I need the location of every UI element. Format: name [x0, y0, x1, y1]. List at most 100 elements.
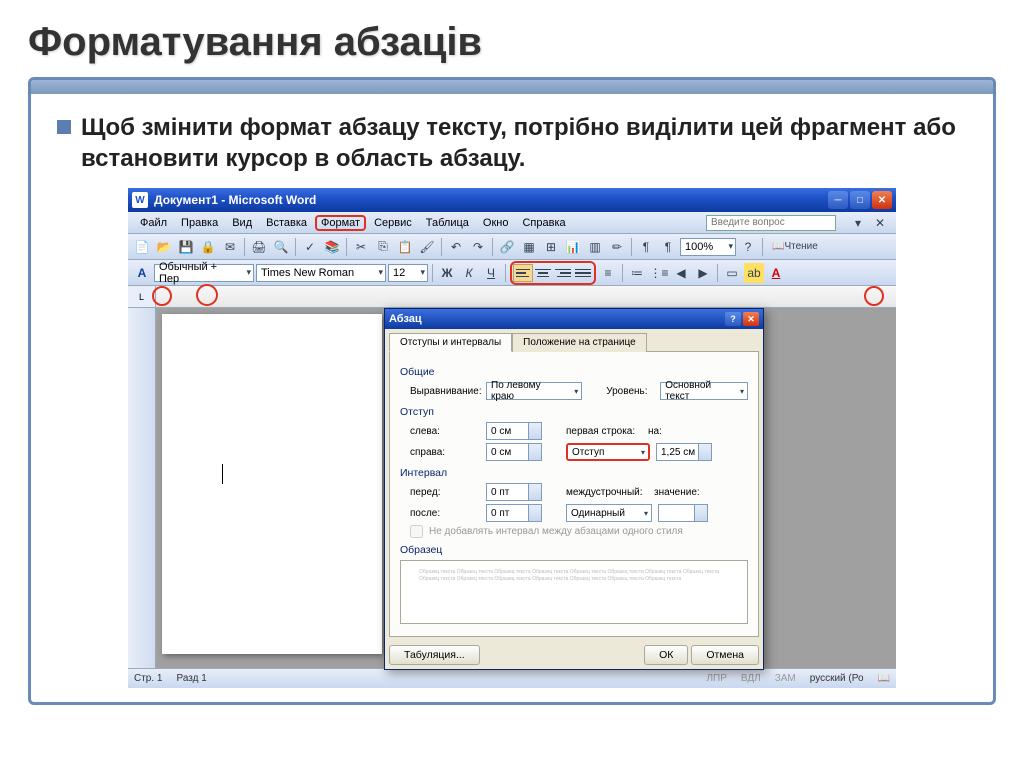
save-icon[interactable]: 💾: [176, 237, 196, 257]
dialog-close-button[interactable]: ✕: [743, 312, 759, 326]
level-label: Уровень:: [606, 386, 654, 397]
bold-button[interactable]: Ж: [437, 263, 457, 283]
styles-icon[interactable]: A: [132, 263, 152, 283]
ok-button[interactable]: ОК: [644, 645, 688, 665]
section-interval: Интервал: [400, 467, 748, 479]
menubar: Файл Правка Вид Вставка Формат Сервис Та…: [128, 212, 896, 234]
menu-file[interactable]: Файл: [134, 215, 173, 231]
hyperlink-icon[interactable]: 🔗: [497, 237, 517, 257]
new-doc-icon[interactable]: 📄: [132, 237, 152, 257]
paste-icon[interactable]: 📋: [395, 237, 415, 257]
cut-icon[interactable]: ✂: [351, 237, 371, 257]
section-indent: Отступ: [400, 406, 748, 418]
vertical-ruler[interactable]: [128, 308, 156, 668]
section-preview: Образец: [400, 544, 748, 556]
maximize-button[interactable]: □: [850, 191, 870, 209]
show-hide-icon[interactable]: ¶: [658, 237, 678, 257]
section-general: Общие: [400, 366, 748, 378]
borders-icon[interactable]: ▭: [722, 263, 742, 283]
align-justify-button[interactable]: [573, 264, 593, 282]
menu-help[interactable]: Справка: [516, 215, 571, 231]
redo-icon[interactable]: ↷: [468, 237, 488, 257]
decrease-indent-icon[interactable]: ◀: [671, 263, 691, 283]
cancel-button[interactable]: Отмена: [691, 645, 759, 665]
before-spinner[interactable]: 0 пт▲▼: [486, 483, 542, 501]
indent-right-label: справа:: [410, 447, 480, 458]
numbering-icon[interactable]: ≔: [627, 263, 647, 283]
align-right-button[interactable]: [553, 264, 573, 282]
menu-service[interactable]: Сервис: [368, 215, 418, 231]
copy-icon[interactable]: ⎘: [373, 237, 393, 257]
indent-right-spinner[interactable]: 0 см▲▼: [486, 443, 542, 461]
slide-title: Форматування абзаців: [28, 20, 996, 65]
tables-borders-icon[interactable]: ▦: [519, 237, 539, 257]
italic-button[interactable]: К: [459, 263, 479, 283]
tabs-button[interactable]: Табуляция...: [389, 645, 480, 665]
status-spell-icon[interactable]: 📖: [878, 673, 890, 684]
open-icon[interactable]: 📂: [154, 237, 174, 257]
status-lpr: ЛПР: [706, 673, 726, 684]
menu-window[interactable]: Окно: [477, 215, 515, 231]
close-button[interactable]: ✕: [872, 191, 892, 209]
after-spinner[interactable]: 0 пт▲▼: [486, 504, 542, 522]
first-line-value-spinner[interactable]: 1,25 см▲▼: [656, 443, 712, 461]
preview-icon[interactable]: 🔍: [271, 237, 291, 257]
tab-indents-spacing[interactable]: Отступы и интервалы: [389, 333, 512, 352]
font-color-icon[interactable]: A: [766, 263, 786, 283]
window-title: Документ1 - Microsoft Word: [154, 193, 828, 207]
menu-dropdown-icon[interactable]: ▾: [848, 213, 868, 233]
print-icon[interactable]: 🖨: [249, 237, 269, 257]
alignment-label: Выравнивание:: [410, 386, 480, 397]
drawing-icon[interactable]: ✏: [607, 237, 627, 257]
line-spacing-combo[interactable]: Одинарный: [566, 504, 652, 522]
align-center-button[interactable]: [533, 264, 553, 282]
menu-edit[interactable]: Правка: [175, 215, 224, 231]
alignment-group: [510, 261, 596, 285]
mail-icon[interactable]: ✉: [220, 237, 240, 257]
doc-close-button[interactable]: ✕: [870, 213, 890, 233]
highlight-icon[interactable]: ab: [744, 263, 764, 283]
help-icon[interactable]: ?: [738, 237, 758, 257]
document-page[interactable]: [162, 314, 382, 654]
spellcheck-icon[interactable]: ✓: [300, 237, 320, 257]
format-painter-icon[interactable]: 🖌: [417, 237, 437, 257]
underline-button[interactable]: Ч: [481, 263, 501, 283]
permission-icon[interactable]: 🔒: [198, 237, 218, 257]
line-spacing-icon[interactable]: ≡: [598, 263, 618, 283]
line-value-spinner[interactable]: ▲▼: [658, 504, 708, 522]
status-zam: ЗАМ: [775, 673, 796, 684]
columns-icon[interactable]: ▥: [585, 237, 605, 257]
status-vdl: ВДЛ: [741, 673, 761, 684]
reading-layout-button[interactable]: 📖 Чтение: [767, 237, 823, 257]
doc-map-icon[interactable]: ¶: [636, 237, 656, 257]
level-combo[interactable]: Основной текст: [660, 382, 748, 400]
indent-left-spinner[interactable]: 0 см▲▼: [486, 422, 542, 440]
menu-table[interactable]: Таблица: [420, 215, 475, 231]
status-language[interactable]: русский (Ро: [810, 673, 864, 684]
menu-format[interactable]: Формат: [315, 215, 366, 231]
menu-insert[interactable]: Вставка: [260, 215, 313, 231]
alignment-combo[interactable]: По левому краю: [486, 382, 582, 400]
tab-page-position[interactable]: Положение на странице: [512, 333, 646, 352]
align-left-button[interactable]: [513, 264, 533, 282]
zoom-combo[interactable]: 100%: [680, 238, 736, 256]
menu-view[interactable]: Вид: [226, 215, 258, 231]
horizontal-ruler[interactable]: L: [128, 286, 896, 308]
dialog-help-button[interactable]: ?: [725, 312, 741, 326]
insert-table-icon[interactable]: ⊞: [541, 237, 561, 257]
minimize-button[interactable]: ─: [828, 191, 848, 209]
style-combo[interactable]: Обычный + Пер: [154, 264, 254, 282]
word-window: W Документ1 - Microsoft Word ─ □ ✕ Файл …: [128, 188, 896, 688]
first-line-combo[interactable]: Отступ: [566, 443, 650, 461]
bullets-icon[interactable]: ⋮≡: [649, 263, 669, 283]
font-combo[interactable]: Times New Roman: [256, 264, 386, 282]
undo-icon[interactable]: ↶: [446, 237, 466, 257]
help-search-input[interactable]: [706, 215, 836, 231]
excel-icon[interactable]: 📊: [563, 237, 583, 257]
font-size-combo[interactable]: 12: [388, 264, 428, 282]
highlight-circle-left-indent: [152, 286, 172, 306]
increase-indent-icon[interactable]: ▶: [693, 263, 713, 283]
research-icon[interactable]: 📚: [322, 237, 342, 257]
after-label: после:: [410, 508, 480, 519]
highlight-circle-first-line: [196, 284, 218, 306]
